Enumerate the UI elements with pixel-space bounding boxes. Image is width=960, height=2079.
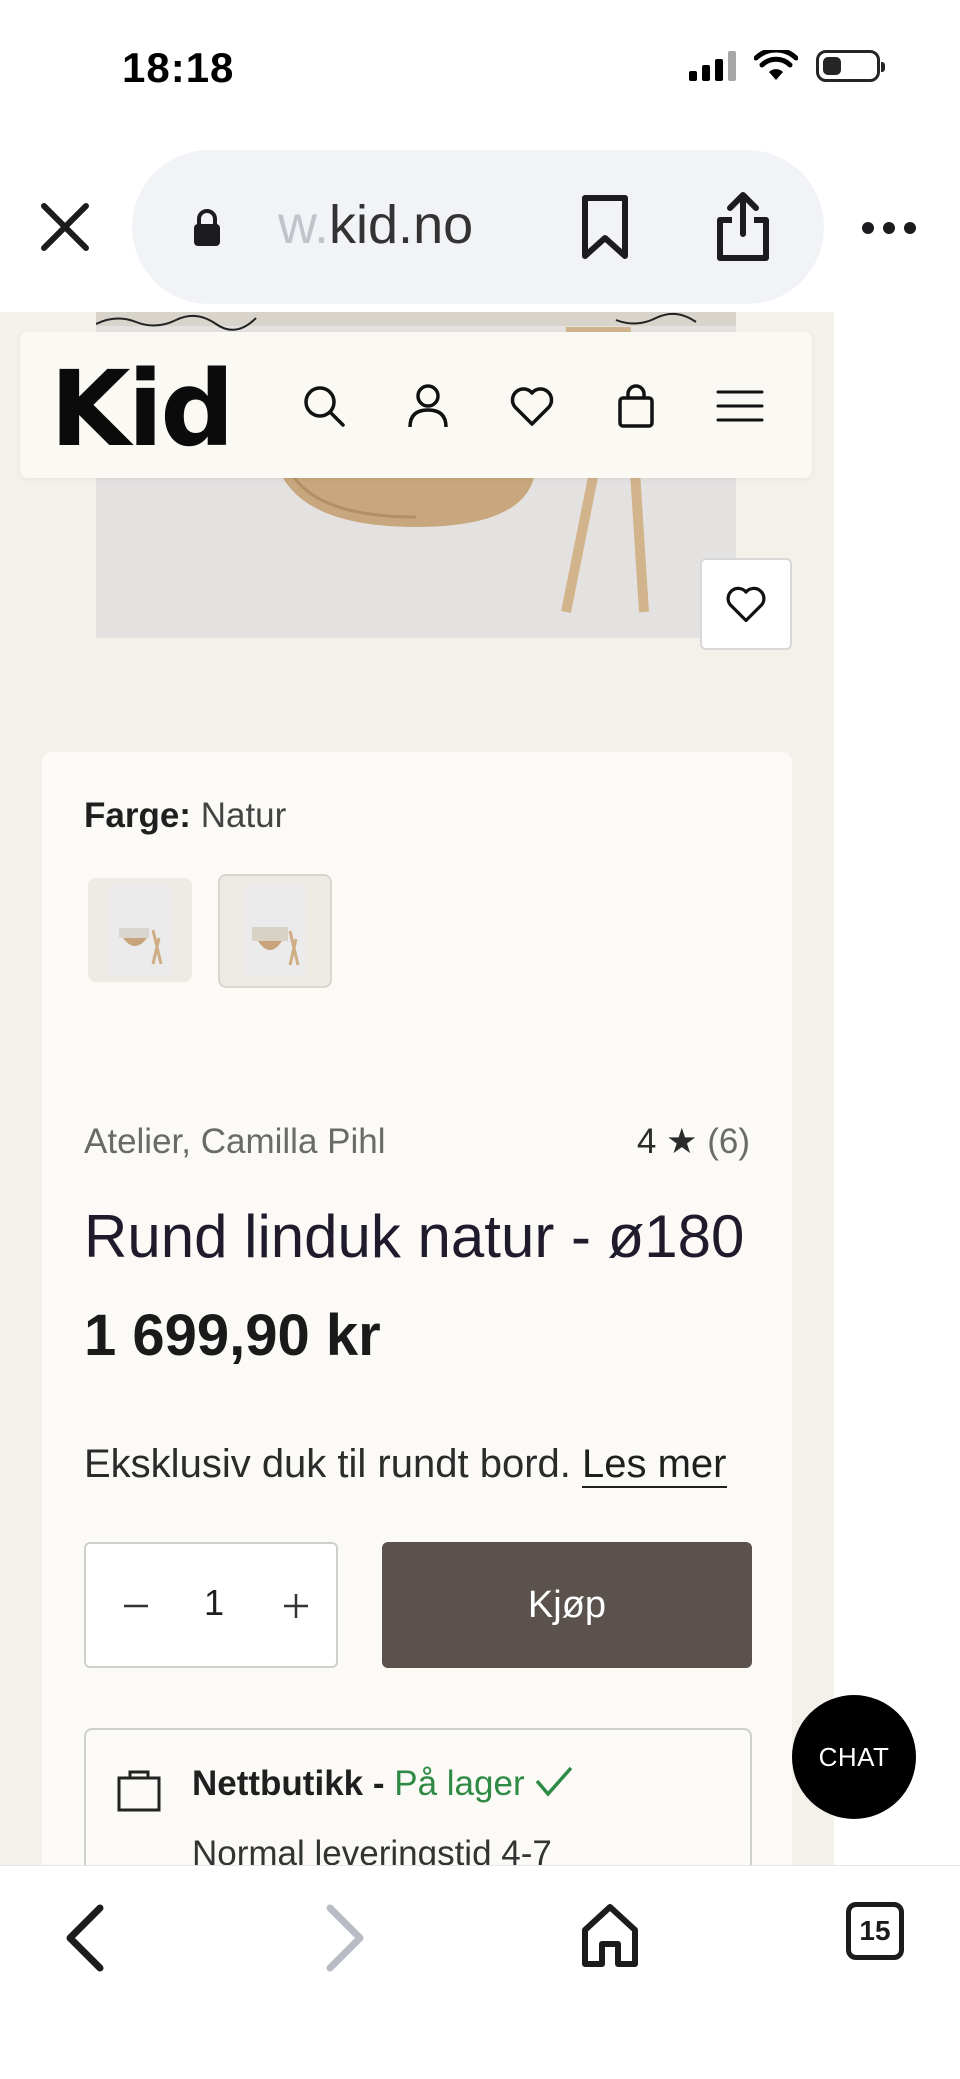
stock-status: På lager (394, 1764, 525, 1803)
url-prefix: w. (278, 195, 330, 255)
forward-icon[interactable] (322, 1902, 370, 1974)
quantity-stepper: 1 (84, 1542, 338, 1668)
product-rating[interactable]: 4 ★ (6) (637, 1122, 750, 1162)
color-value: Natur (200, 796, 287, 835)
stock-store: Nettbutikk - (192, 1764, 385, 1803)
share-icon[interactable] (714, 190, 772, 262)
product-price: 1 699,90 kr (84, 1303, 381, 1368)
battery-icon (816, 50, 885, 82)
color-label: Farge: (84, 796, 191, 835)
more-options-icon[interactable] (862, 222, 916, 236)
plus-icon[interactable] (274, 1584, 318, 1628)
rating-value: 4 (636, 1122, 657, 1161)
lock-icon (194, 209, 220, 246)
browser-address-bar: w.kid.no (0, 140, 960, 312)
cellular-signal-icon (689, 51, 736, 81)
wishlist-icon[interactable] (508, 382, 556, 430)
bookmark-icon[interactable] (580, 194, 630, 260)
product-title: Rund linduk natur - ø180 (84, 1203, 745, 1270)
shopping-bag-icon[interactable] (612, 382, 660, 430)
page-background: Kid Farge: Natur Atelier, Camilla Pihl 4… (0, 312, 834, 1865)
stock-availability-box: Nettbutikk - På lager Normal leveringsti… (84, 1728, 752, 1865)
browser-toolbar: 15 (0, 1865, 960, 2079)
description-text: Eksklusiv duk til rundt bord. (84, 1442, 571, 1486)
color-selection-label: Farge: Natur (84, 796, 286, 836)
color-swatch-1[interactable] (88, 878, 192, 982)
product-info-card: Farge: Natur Atelier, Camilla Pihl 4 ★ (… (42, 752, 792, 1865)
add-to-wishlist-button[interactable] (700, 558, 792, 650)
web-page: Kid Farge: Natur Atelier, Camilla Pihl 4… (0, 312, 960, 1865)
status-time: 18:18 (122, 44, 235, 91)
star-icon: ★ (666, 1122, 698, 1161)
chat-button[interactable]: CHAT (792, 1695, 916, 1819)
account-icon[interactable] (404, 382, 452, 430)
product-description: Eksklusiv duk til rundt bord. Les mer (84, 1442, 727, 1488)
kid-logo[interactable]: Kid (50, 348, 235, 470)
store-bag-icon (117, 1770, 161, 1812)
buy-button[interactable]: Kjøp (382, 1542, 752, 1668)
quantity-value[interactable]: 1 (194, 1582, 234, 1624)
search-icon[interactable] (300, 382, 348, 430)
menu-icon[interactable] (716, 382, 764, 430)
tabs-count-button[interactable]: 15 (846, 1902, 904, 1960)
minus-icon[interactable] (114, 1584, 158, 1628)
swatch-thumbnail (109, 884, 171, 976)
battery-fill (823, 57, 841, 75)
status-bar: 18:18 (0, 0, 960, 140)
stock-title: Nettbutikk - På lager (192, 1764, 574, 1804)
heart-icon (726, 586, 766, 623)
back-icon[interactable] (60, 1902, 108, 1974)
swatch-thumbnail (244, 885, 306, 977)
delivery-time: Normal leveringstid 4-7 (192, 1834, 552, 1865)
read-more-link[interactable]: Les mer (582, 1442, 727, 1488)
url-text: w.kid.no (278, 194, 473, 256)
checkmark-icon (536, 1766, 573, 1797)
color-swatch-2-selected[interactable] (218, 874, 332, 988)
rating-count: (6) (707, 1122, 750, 1161)
home-icon[interactable] (580, 1902, 640, 1968)
product-brand[interactable]: Atelier, Camilla Pihl (84, 1122, 386, 1162)
site-header: Kid (20, 332, 812, 478)
url-domain: kid.no (329, 195, 474, 255)
status-icons (689, 50, 885, 82)
wifi-icon (754, 50, 798, 80)
close-icon[interactable] (38, 200, 92, 254)
url-field[interactable]: w.kid.no (132, 150, 824, 304)
